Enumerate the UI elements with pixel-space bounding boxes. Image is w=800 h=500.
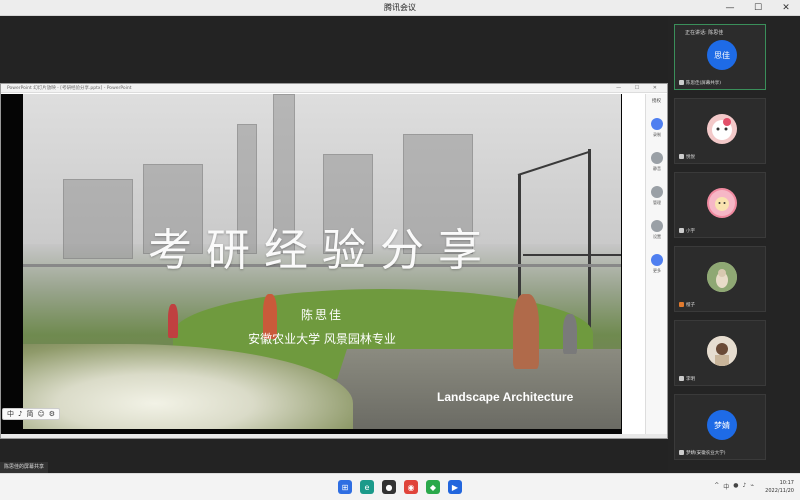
avatar	[707, 336, 737, 366]
avatar	[707, 188, 737, 218]
share-toolbar: 授权 录制 静音 管理 设置 更多	[645, 94, 667, 437]
shared-maximize-button[interactable]: ☐	[635, 85, 645, 91]
start-icon[interactable]: ⊞	[338, 480, 352, 494]
participant-name-text: 李明	[686, 377, 695, 382]
participant-name-text: 橙子	[686, 303, 695, 308]
shared-window-title: PowerPoint 幻灯片放映 - [考研经验分享.pptx] - Power…	[7, 86, 132, 91]
participant-tile[interactable]: 李明	[674, 320, 766, 386]
tray-overflow-icon[interactable]: ^	[714, 482, 719, 491]
app-icon-green[interactable]: ◆	[426, 480, 440, 494]
toolbar-item-more[interactable]: 更多	[646, 254, 668, 274]
maximize-button[interactable]: ☐	[744, 0, 772, 16]
participant-name: 橙子	[679, 302, 695, 308]
screen-share-indicator: 陈思佳的屏幕共享	[0, 462, 49, 473]
slide-english-label: Landscape Architecture	[437, 390, 574, 404]
tray-ime-icon[interactable]: 中	[723, 482, 729, 491]
ime-toolbar[interactable]: 中 ♪ 简 ☺ ⚙	[2, 408, 61, 420]
participant-name: 李明	[679, 376, 695, 382]
participant-name: 悦悦	[679, 154, 695, 160]
participant-name: 陈思佳(屏幕共享)	[679, 80, 721, 86]
chrome-icon[interactable]: ◉	[404, 480, 418, 494]
toolbar-item-mute[interactable]: 静音	[646, 152, 668, 172]
record-icon	[651, 118, 663, 130]
participant-tile[interactable]: 悦悦	[674, 98, 766, 164]
participant-name-text: 梦婧(安徽农业大学)	[686, 451, 726, 456]
ime-simplified-toggle[interactable]: 简	[26, 409, 33, 419]
toolbar-item-manage[interactable]: 管理	[646, 186, 668, 206]
clock-time: 10:17	[779, 480, 794, 486]
edge-icon[interactable]: e	[360, 480, 374, 494]
toolbar-item-label: 录制	[653, 132, 661, 137]
shared-minimize-button[interactable]: —	[616, 85, 627, 91]
mic-icon	[679, 80, 684, 85]
avatar: 梦婧	[707, 410, 737, 440]
participant-tile[interactable]: 正在讲话: 陈思佳 思佳 陈思佳(屏幕共享)	[674, 24, 766, 90]
taskbar: ⊞ e ● ◉ ◆ ▶ ^ 中 ● ♪ ⌁ 10:17 2022/11/20	[0, 473, 800, 500]
window-controls: — ☐ ✕	[716, 0, 800, 16]
presenter-name: 陈思佳	[300, 308, 343, 322]
share-toolbar-header: 授权	[652, 99, 661, 104]
clock-date: 2022/11/20	[765, 488, 794, 494]
tray-network-icon[interactable]: ●	[733, 482, 738, 491]
participant-name-text: 悦悦	[686, 155, 695, 160]
toolbar-item-label: 设置	[653, 234, 661, 239]
meeting-icon[interactable]: ▶	[448, 480, 462, 494]
paved-plaza	[321, 349, 621, 429]
toolbar-item-label: 更多	[653, 268, 661, 273]
participant-tile[interactable]: 小宇	[674, 172, 766, 238]
ime-settings-icon[interactable]: ⚙	[49, 410, 55, 418]
minimize-button[interactable]: —	[716, 0, 744, 16]
shared-window-titlebar: PowerPoint 幻灯片放映 - [考研经验分享.pptx] - Power…	[1, 84, 667, 93]
shared-close-button[interactable]: ✕	[653, 85, 663, 91]
ime-mode-toggle[interactable]: 中	[7, 409, 14, 419]
app-icon-dark[interactable]: ●	[382, 480, 396, 494]
settings-icon	[651, 220, 663, 232]
avatar	[707, 114, 737, 144]
avatar	[707, 262, 737, 292]
manage-icon	[651, 186, 663, 198]
mic-icon	[679, 228, 684, 233]
mic-icon	[679, 154, 684, 159]
participant-tile[interactable]: 橙子	[674, 246, 766, 312]
toolbar-item-label: 管理	[653, 200, 661, 205]
app-titlebar: 腾讯会议 — ☐ ✕	[0, 0, 800, 16]
tray-volume-icon[interactable]: ♪	[743, 482, 747, 491]
shared-window-controls: — ☐ ✕	[616, 85, 663, 91]
ime-voice-icon[interactable]: ♪	[18, 410, 22, 418]
toolbar-item-label: 静音	[653, 166, 661, 171]
taskbar-clock[interactable]: 10:17 2022/11/20	[765, 479, 794, 495]
mute-icon	[651, 152, 663, 164]
speaking-indicator: 正在讲话: 陈思佳	[685, 30, 724, 36]
mic-icon	[679, 302, 684, 307]
desktop: 腾讯会议 — ☐ ✕ PowerPoint 幻灯片放映 - [考研经验分享.pp…	[0, 0, 800, 500]
shared-window-statusbar	[1, 434, 667, 438]
participant-name-text: 陈思佳(屏幕共享)	[686, 81, 722, 86]
slide-title: 考研经验分享	[148, 225, 496, 276]
ime-emoji-icon[interactable]: ☺	[37, 410, 44, 418]
meeting-stage: PowerPoint 幻灯片放映 - [考研经验分享.pptx] - Power…	[0, 16, 668, 473]
avatar: 思佳	[707, 40, 737, 70]
app-title: 腾讯会议	[384, 3, 416, 12]
mic-icon	[679, 450, 684, 455]
participant-tile[interactable]: 梦婧 梦婧(安徽农业大学)	[674, 394, 766, 460]
more-icon	[651, 254, 663, 266]
presenter-affiliation: 安徽农业大学 风景园林专业	[248, 332, 396, 346]
participants-panel: 正在讲话: 陈思佳 思佳 陈思佳(屏幕共享) 悦悦 小宇 橙子 李明 梦婧 梦婧…	[668, 16, 800, 473]
close-button[interactable]: ✕	[772, 0, 800, 16]
tray-battery-icon[interactable]: ⌁	[750, 482, 754, 491]
participant-name: 梦婧(安徽农业大学)	[679, 450, 726, 456]
participant-name-text: 小宇	[686, 229, 695, 234]
mic-icon	[679, 376, 684, 381]
participant-name: 小宇	[679, 228, 695, 234]
toolbar-item-record[interactable]: 录制	[646, 118, 668, 138]
shared-screen-window: PowerPoint 幻灯片放映 - [考研经验分享.pptx] - Power…	[0, 83, 668, 439]
presentation-slide: 考研经验分享 陈思佳 安徽农业大学 风景园林专业 Landscape Archi…	[23, 94, 621, 429]
system-tray: ^ 中 ● ♪ ⌁	[712, 482, 756, 491]
toolbar-item-settings[interactable]: 设置	[646, 220, 668, 240]
taskbar-apps: ⊞ e ● ◉ ◆ ▶	[334, 480, 466, 494]
